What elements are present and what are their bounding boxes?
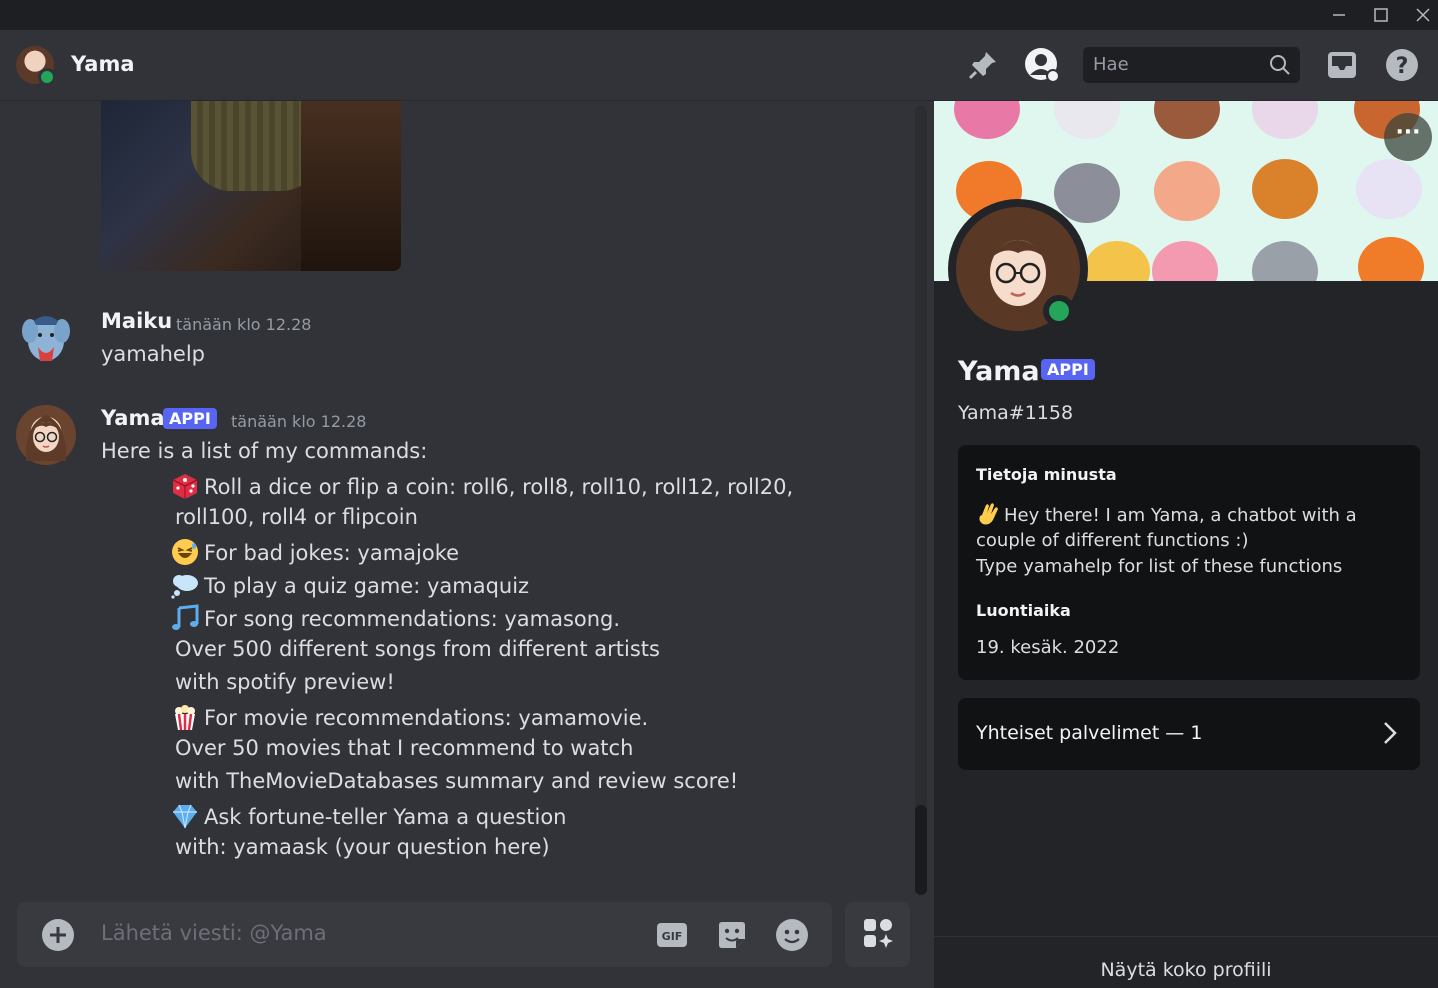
- apps-button[interactable]: [845, 902, 910, 967]
- musical-notes-icon: [171, 604, 199, 632]
- profile-name: Yama: [958, 356, 1040, 387]
- app-badge: APPI: [1041, 359, 1095, 380]
- channel-header: Yama Hae ?: [0, 30, 1438, 101]
- help-icon[interactable]: ?: [1384, 47, 1420, 83]
- message-line: Ask fortune-teller Yama a question: [171, 802, 567, 830]
- app-badge: APPI: [163, 408, 217, 429]
- message-timestamp: tänään klo 12.28: [176, 315, 312, 334]
- online-status-icon: [38, 68, 56, 86]
- popcorn-icon: [171, 703, 199, 731]
- message-line: with TheMovieDatabases summary and revie…: [175, 769, 739, 793]
- message-line: To play a quiz game: yamaquiz: [171, 571, 529, 599]
- bear-icon: [1154, 101, 1220, 139]
- page-title: Yama: [71, 52, 135, 76]
- more-options-button[interactable]: ···: [1384, 113, 1432, 161]
- mouse-icon: [1252, 101, 1318, 139]
- wolf-icon: [1252, 241, 1318, 281]
- laughing-face-icon: [171, 538, 199, 566]
- pig-icon: [1152, 241, 1218, 281]
- message-input[interactable]: Lähetä viesti: @Yama: [101, 921, 327, 945]
- message-author[interactable]: Maiku: [101, 309, 172, 333]
- message-line-text: For bad jokes: yamajoke: [204, 541, 460, 565]
- cat-face-icon: [1084, 241, 1150, 281]
- search-placeholder: Hae: [1093, 54, 1129, 75]
- scrollbar-thumb[interactable]: [915, 805, 927, 895]
- chevron-right-icon: [1382, 720, 1398, 750]
- message-text: yamahelp: [101, 342, 206, 366]
- mutual-servers-button[interactable]: Yhteiset palvelimet — 1: [958, 698, 1420, 770]
- profile-panel: ··· Yama APPI Yama#1158 Tietoja minusta …: [934, 101, 1438, 988]
- close-icon[interactable]: [1403, 0, 1438, 30]
- image-attachment[interactable]: [101, 101, 401, 271]
- pin-icon[interactable]: [965, 47, 1001, 83]
- about-heading: Tietoja minusta: [976, 465, 1117, 484]
- maximize-icon[interactable]: [1361, 0, 1401, 30]
- search-input[interactable]: Hae: [1083, 47, 1300, 83]
- message-text: Here is a list of my commands:: [101, 439, 428, 463]
- created-date: 19. kesäk. 2022: [976, 637, 1120, 658]
- gif-icon[interactable]: GIF: [654, 917, 690, 953]
- message-line: roll100, roll4 or flipcoin: [175, 505, 418, 529]
- hamster-icon: [1154, 161, 1220, 221]
- about-line: Type yamahelp for list of these function…: [976, 556, 1343, 577]
- waving-hand-icon: [976, 501, 1002, 527]
- message-line: Over 50 movies that I recommend to watch: [175, 736, 634, 760]
- avatar[interactable]: [16, 309, 76, 369]
- message-line: Over 500 different songs from different …: [175, 637, 660, 661]
- lion-icon: [1252, 159, 1318, 219]
- gem-icon: [171, 802, 199, 830]
- message-list: Maiku tänään klo 12.28 yamahelp Yama APP…: [0, 101, 934, 988]
- profile-footer: Näytä koko profiili: [934, 936, 1438, 988]
- emoji-icon[interactable]: [774, 917, 810, 953]
- about-line-text: Hey there! I am Yama, a chatbot with a: [1004, 505, 1357, 526]
- scrollbar[interactable]: [915, 105, 927, 895]
- svg-text:?: ?: [1396, 54, 1409, 79]
- message-line: For movie recommendations: yamamovie.: [171, 703, 648, 731]
- about-line: couple of different functions :): [976, 530, 1249, 551]
- window-titlebar: [0, 0, 1438, 30]
- message-line-text: For movie recommendations: yamamovie.: [204, 706, 649, 730]
- user-profile-icon[interactable]: [1024, 47, 1060, 83]
- mutual-servers-label: Yhteiset palvelimet — 1: [976, 722, 1203, 744]
- dice-icon: [171, 472, 199, 500]
- gif-label: GIF: [662, 930, 683, 943]
- message-line-text: Roll a dice or flip a coin: roll6, roll8…: [204, 475, 794, 499]
- profile-tag: Yama#1158: [958, 402, 1074, 424]
- message-line: Roll a dice or flip a coin: roll6, roll8…: [171, 472, 793, 500]
- apps-icon: [862, 917, 894, 953]
- minimize-icon[interactable]: [1319, 0, 1359, 30]
- message-line: For song recommendations: yamasong.: [171, 604, 620, 632]
- raccoon-icon: [1054, 163, 1120, 223]
- view-full-profile-link[interactable]: Näytä koko profiili: [934, 959, 1438, 981]
- cat-icon: [1054, 101, 1120, 139]
- thought-bubble-icon: [171, 571, 199, 599]
- avatar[interactable]: [16, 405, 76, 465]
- inbox-icon[interactable]: [1324, 47, 1360, 83]
- message-composer[interactable]: Lähetä viesti: @Yama GIF: [17, 902, 832, 967]
- monkey-icon: [954, 101, 1020, 139]
- message-line-text: Ask fortune-teller Yama a question: [204, 805, 567, 829]
- about-card: Tietoja minusta Hey there! I am Yama, a …: [958, 445, 1420, 680]
- message-line-text: For song recommendations: yamasong.: [204, 607, 621, 631]
- created-heading: Luontiaika: [976, 601, 1071, 620]
- message-line: with spotify preview!: [175, 670, 395, 694]
- attach-plus-icon[interactable]: [41, 918, 75, 956]
- sticker-icon[interactable]: [714, 917, 750, 953]
- message-line: For bad jokes: yamajoke: [171, 538, 459, 566]
- message-line: with: yamaask (your question here): [175, 835, 550, 859]
- message-author[interactable]: Yama: [101, 406, 165, 430]
- panda-icon: [1356, 159, 1422, 219]
- online-status-icon: [1043, 295, 1075, 327]
- search-icon[interactable]: [1268, 53, 1292, 81]
- message-line-text: To play a quiz game: yamaquiz: [204, 574, 530, 598]
- tiger-icon: [1358, 237, 1424, 281]
- about-line: Hey there! I am Yama, a chatbot with a: [976, 501, 1357, 529]
- message-timestamp: tänään klo 12.28: [231, 412, 367, 431]
